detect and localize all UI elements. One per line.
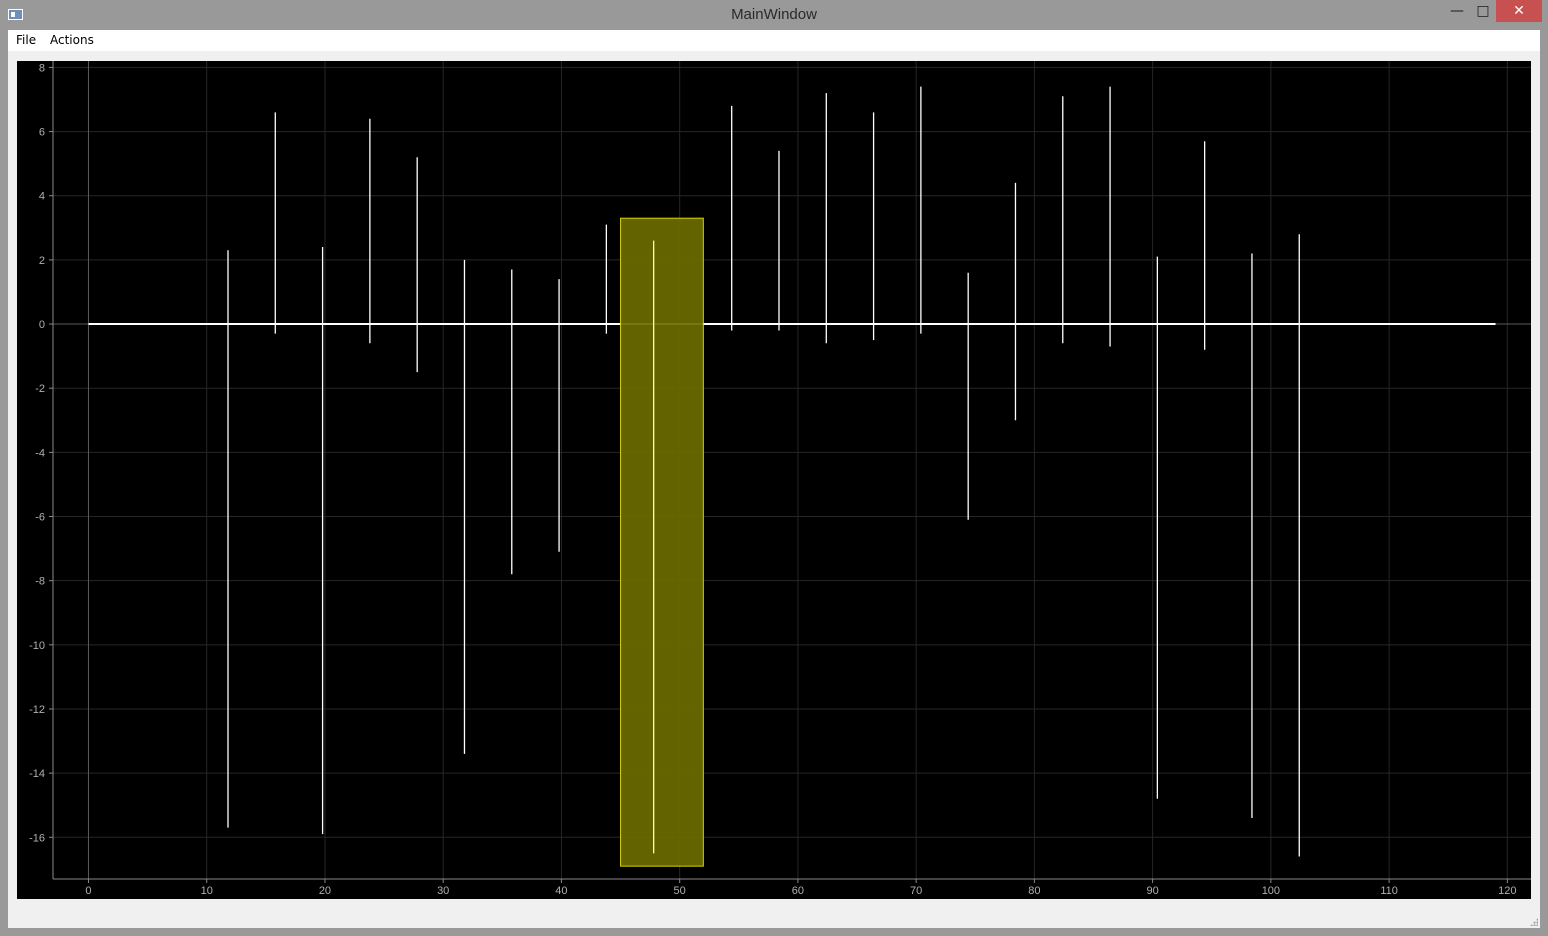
plot-widget[interactable]: 0 10 20 30 40 50 60 70 80 90 100 110 120 8 6 4 2 0 -2 -4 -6-… bbox=[17, 61, 1531, 899]
y-tick-label: 8 bbox=[39, 62, 45, 74]
main-window: MainWindow — □ ✕ File Actions 0 10 20 30 40 5… bbox=[0, 0, 1548, 936]
menu-file[interactable]: File bbox=[16, 33, 36, 47]
x-tick-label: 50 bbox=[674, 885, 686, 897]
x-tick-label: 100 bbox=[1262, 885, 1280, 897]
y-tick-label: -8 bbox=[35, 576, 45, 588]
y-tick-label: -2 bbox=[35, 383, 45, 395]
selection-region[interactable] bbox=[620, 217, 704, 867]
signal-chart[interactable]: 0 10 20 30 40 50 60 70 80 90 100 110 12086420-2-4-6-… bbox=[17, 61, 1531, 899]
y-tick-label: -4 bbox=[35, 447, 45, 459]
x-tick-label: 30 bbox=[437, 885, 449, 897]
y-tick-label: 4 bbox=[39, 191, 45, 203]
status-bar bbox=[8, 904, 1540, 928]
y-tick-label: -6 bbox=[35, 512, 45, 524]
client-area: File Actions 0 10 20 30 40 50 60 70 80 90 100 110 12… bbox=[8, 30, 1540, 928]
x-tick-label: 70 bbox=[910, 885, 922, 897]
x-tick-label: 110 bbox=[1380, 885, 1398, 897]
menu-bar: File Actions bbox=[8, 30, 1540, 51]
x-tick-label: 40 bbox=[555, 885, 567, 897]
close-button[interactable]: ✕ bbox=[1496, 0, 1542, 22]
y-tick-label: -12 bbox=[29, 704, 45, 716]
x-tick-label: 80 bbox=[1028, 885, 1040, 897]
x-tick-label: 10 bbox=[201, 885, 213, 897]
minimize-button[interactable]: — bbox=[1444, 0, 1470, 22]
title-bar[interactable]: MainWindow — □ ✕ bbox=[0, 0, 1548, 30]
y-tick-label: -10 bbox=[29, 640, 45, 652]
menu-actions[interactable]: Actions bbox=[50, 33, 94, 47]
x-tick-label: 0 bbox=[85, 885, 91, 897]
y-tick-label: -14 bbox=[29, 768, 45, 780]
maximize-button[interactable]: □ bbox=[1470, 0, 1496, 22]
size-grip-icon[interactable] bbox=[1530, 918, 1538, 926]
y-tick-label: 0 bbox=[39, 319, 45, 331]
x-tick-label: 20 bbox=[319, 885, 331, 897]
y-tick-label: -16 bbox=[29, 832, 45, 844]
x-tick-label: 60 bbox=[792, 885, 804, 897]
x-tick-label: 120 bbox=[1498, 885, 1516, 897]
x-tick-label: 90 bbox=[1147, 885, 1159, 897]
y-tick-label: 2 bbox=[39, 255, 45, 267]
window-title: MainWindow bbox=[731, 6, 817, 23]
y-tick-label: 6 bbox=[39, 127, 45, 139]
